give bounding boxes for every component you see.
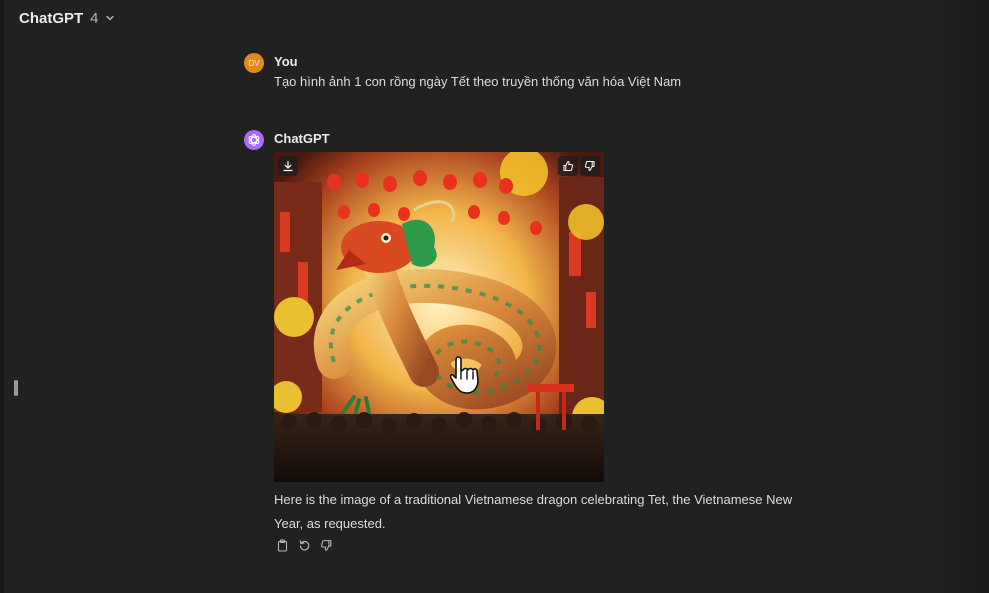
- user-avatar-initials: DV: [248, 58, 260, 68]
- model-switcher[interactable]: ChatGPT 4: [19, 7, 115, 29]
- bad-response-button[interactable]: [318, 537, 334, 553]
- download-image-button[interactable]: [278, 156, 298, 176]
- thumbs-up-icon: [563, 161, 574, 171]
- sidebar-edge: [0, 0, 4, 593]
- image-like-button[interactable]: [558, 156, 578, 176]
- model-name: ChatGPT: [19, 9, 84, 27]
- user-message-text: Tạo hình ảnh 1 con rồng ngày Tết theo tr…: [274, 74, 682, 89]
- assistant-author-label: ChatGPT: [274, 131, 330, 146]
- sidebar-toggle-handle[interactable]: [14, 380, 18, 396]
- dragon-illustration: [274, 152, 604, 482]
- chevron-down-icon: [105, 15, 114, 21]
- model-version: 4: [90, 9, 99, 27]
- assistant-message-text: Here is the image of a traditional Vietn…: [274, 492, 793, 531]
- user-author-label: You: [274, 54, 298, 69]
- image-dislike-button[interactable]: [580, 156, 600, 176]
- thumbs-down-icon: [320, 539, 331, 551]
- copy-button[interactable]: [274, 537, 290, 553]
- download-icon: [283, 160, 293, 172]
- openai-logo-icon: [248, 134, 260, 146]
- message-actions: [274, 537, 334, 553]
- regenerate-button[interactable]: [296, 537, 312, 553]
- refresh-icon: [299, 539, 309, 550]
- chat-app: ChatGPT 4 DV You Tạo hình ảnh 1 con rồng…: [0, 0, 989, 593]
- user-avatar: DV: [244, 53, 264, 73]
- scroll-shadow: [929, 0, 989, 593]
- generated-dragon-image[interactable]: [274, 152, 604, 482]
- clipboard-icon: [277, 538, 287, 552]
- assistant-avatar: [244, 130, 264, 150]
- thumbs-down-icon: [584, 161, 595, 171]
